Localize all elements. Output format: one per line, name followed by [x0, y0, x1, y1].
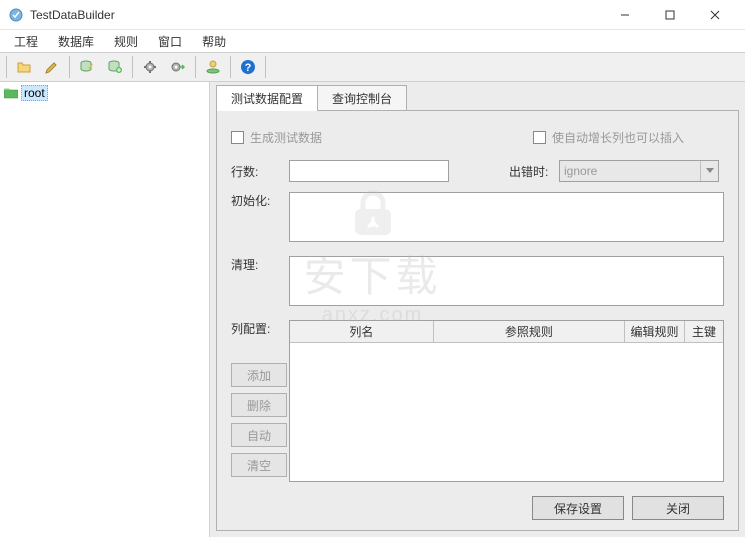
onerror-select[interactable]: ignore [559, 160, 719, 182]
checkbox-icon [231, 131, 244, 144]
tb-db-add-icon[interactable] [102, 55, 128, 79]
menubar: 工程 数据库 规则 窗口 帮助 [0, 30, 745, 52]
tab-query-console[interactable]: 查询控制台 [317, 85, 407, 111]
main-panel: 测试数据配置 查询控制台 生成测试数据 使自动增长列也可以插入 行数: [210, 82, 745, 537]
toolbar: ? [0, 52, 745, 82]
checkbox-generate-testdata[interactable]: 生成测试数据 [231, 129, 322, 146]
column-button-stack: 添加 删除 自动 清空 [231, 363, 287, 477]
column-config-table: 列名 参照规则 编辑规则 主键 [289, 320, 724, 482]
cleanup-textarea[interactable] [289, 256, 724, 306]
tb-open-icon[interactable] [11, 55, 37, 79]
onerror-value: ignore [564, 164, 597, 178]
auto-button[interactable]: 自动 [231, 423, 287, 447]
menu-help[interactable]: 帮助 [192, 31, 236, 52]
titlebar: TestDataBuilder [0, 0, 745, 30]
tb-db-edit-icon[interactable] [74, 55, 100, 79]
menu-project[interactable]: 工程 [4, 31, 48, 52]
window-title: TestDataBuilder [30, 8, 602, 22]
tree-panel: root [0, 82, 210, 537]
menu-window[interactable]: 窗口 [148, 31, 192, 52]
bottom-buttons: 保存设置 关闭 [231, 488, 724, 520]
chevron-down-icon [700, 161, 718, 181]
rows-input[interactable] [289, 160, 449, 182]
tab-content: 生成测试数据 使自动增长列也可以插入 行数: 出错时: ignore [216, 110, 739, 531]
app-icon [8, 7, 24, 23]
tb-gear-config-icon[interactable] [137, 55, 163, 79]
th-refrule[interactable]: 参照规则 [434, 321, 625, 342]
folder-icon [4, 87, 18, 99]
add-button[interactable]: 添加 [231, 363, 287, 387]
tree-item-root[interactable]: root [2, 84, 207, 102]
close-button[interactable] [692, 1, 737, 29]
checkbox-icon [533, 131, 546, 144]
tab-bar: 测试数据配置 查询控制台 [216, 86, 739, 110]
tree-root-label: root [21, 85, 48, 101]
th-editrule[interactable]: 编辑规则 [625, 321, 685, 342]
init-label: 初始化: [231, 192, 289, 209]
maximize-button[interactable] [647, 1, 692, 29]
close-panel-button[interactable]: 关闭 [632, 496, 724, 520]
tab-test-data-config[interactable]: 测试数据配置 [216, 85, 318, 111]
table-header: 列名 参照规则 编辑规则 主键 [290, 321, 723, 343]
clear-button[interactable]: 清空 [231, 453, 287, 477]
colconfig-label: 列配置: [231, 320, 289, 337]
rows-label: 行数: [231, 163, 289, 180]
th-pk[interactable]: 主键 [685, 321, 723, 342]
table-body [290, 343, 723, 481]
workspace: root 测试数据配置 查询控制台 生成测试数据 使自动增长列也可以插入 [0, 82, 745, 537]
menu-database[interactable]: 数据库 [48, 31, 104, 52]
minimize-button[interactable] [602, 1, 647, 29]
tb-help-icon[interactable]: ? [235, 55, 261, 79]
menu-rules[interactable]: 规则 [104, 31, 148, 52]
save-settings-button[interactable]: 保存设置 [532, 496, 624, 520]
window-controls [602, 1, 737, 29]
th-colname[interactable]: 列名 [290, 321, 434, 342]
tb-run-icon[interactable] [200, 55, 226, 79]
checkbox-auto-increment[interactable]: 使自动增长列也可以插入 [533, 129, 684, 146]
cleanup-label: 清理: [231, 256, 289, 273]
checkbox-auto-increment-label: 使自动增长列也可以插入 [552, 129, 684, 146]
delete-button[interactable]: 删除 [231, 393, 287, 417]
onerror-label: 出错时: [509, 163, 559, 180]
svg-text:?: ? [245, 62, 252, 74]
init-textarea[interactable] [289, 192, 724, 242]
tb-gear-export-icon[interactable] [165, 55, 191, 79]
tb-edit-icon[interactable] [39, 55, 65, 79]
checkbox-generate-label: 生成测试数据 [250, 129, 322, 146]
